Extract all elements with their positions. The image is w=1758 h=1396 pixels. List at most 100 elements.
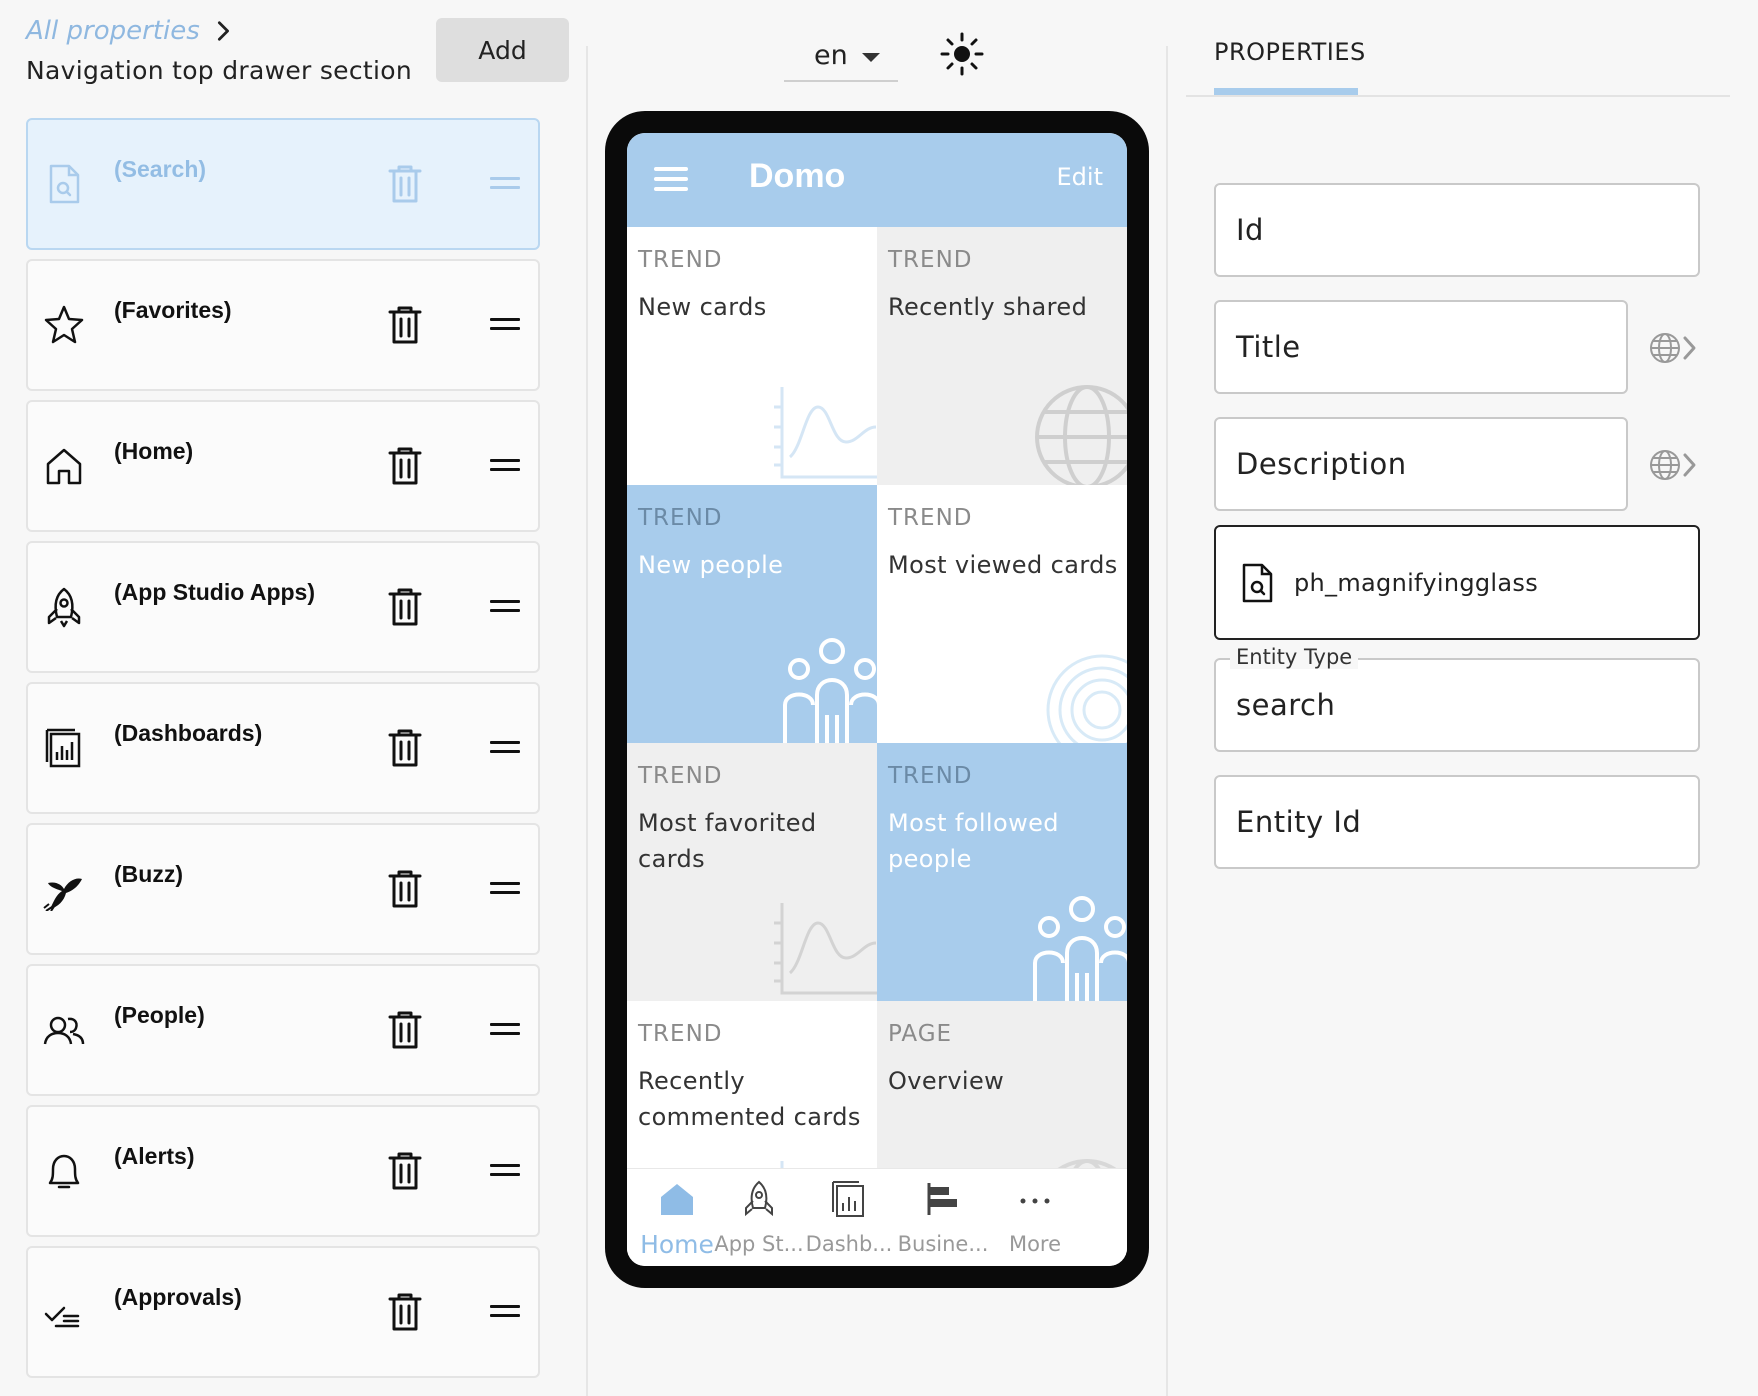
tab-dashboards[interactable]: Dashb... <box>799 1179 899 1256</box>
drawer-item-favorites[interactable]: (Favorites) <box>26 259 540 391</box>
trash-icon[interactable] <box>388 728 422 768</box>
rocket-icon <box>745 1180 773 1217</box>
more-dots-icon <box>1020 1198 1050 1204</box>
tab-app-studio[interactable]: App St... <box>709 1179 809 1256</box>
tile-kind: TREND <box>638 505 723 531</box>
trash-icon[interactable] <box>388 587 422 627</box>
tab-label: Busine... <box>897 1232 989 1256</box>
trash-icon[interactable] <box>388 164 422 204</box>
drawer-item-label: (Alerts) <box>114 1143 195 1169</box>
drawer-item-app-studio-apps[interactable]: (App Studio Apps) <box>26 541 540 673</box>
drag-handle-icon[interactable] <box>490 1164 520 1178</box>
tab-properties[interactable]: PROPERTIES <box>1214 38 1366 66</box>
drag-handle-icon[interactable] <box>490 600 520 614</box>
sun-icon[interactable] <box>940 32 984 76</box>
id-field[interactable]: Id <box>1214 183 1700 277</box>
globe-icon <box>1035 385 1127 485</box>
title-field[interactable]: Title <box>1214 300 1628 394</box>
section-title: Navigation top drawer section <box>26 56 412 85</box>
tile-kind: TREND <box>888 505 973 531</box>
tile-name: Most viewed cards <box>888 551 1118 579</box>
tile-most-followed-people[interactable]: TREND Most followed people <box>877 743 1127 1001</box>
language-select[interactable]: en <box>784 30 898 82</box>
drag-handle-icon[interactable] <box>490 1023 520 1037</box>
dashboard-icon <box>832 1181 864 1217</box>
drawer-item-label: (Favorites) <box>114 297 232 323</box>
tile-kind: TREND <box>638 247 723 273</box>
add-button[interactable]: Add <box>436 18 569 82</box>
tile-recently-shared[interactable]: TREND Recently shared <box>877 227 1127 485</box>
drawer-item-buzz[interactable]: (Buzz) <box>26 823 540 955</box>
drawer-item-label: (Dashboards) <box>114 720 263 746</box>
tile-new-people[interactable]: TREND New people <box>627 485 877 743</box>
tile-name: Overview <box>888 1067 1005 1095</box>
search-file-icon <box>1242 563 1273 603</box>
drag-handle-icon[interactable] <box>490 741 520 755</box>
tab-more[interactable]: More <box>985 1179 1085 1256</box>
trash-icon[interactable] <box>388 1292 422 1332</box>
drawer-item-label: (App Studio Apps) <box>114 579 315 605</box>
drawer-item-label: (Home) <box>114 438 194 464</box>
tile-name: Recently commented cards <box>638 1067 861 1131</box>
tile-kind: PAGE <box>888 1021 953 1047</box>
description-field[interactable]: Description <box>1214 417 1628 511</box>
tile-kind: TREND <box>888 763 973 789</box>
home-icon <box>661 1184 693 1215</box>
tile-name: New people <box>638 551 784 579</box>
tile-name: New cards <box>638 293 767 321</box>
drawer-item-people[interactable]: (People) <box>26 964 540 1096</box>
trash-icon[interactable] <box>388 1151 422 1191</box>
drawer-item-approvals[interactable]: (Approvals) <box>26 1246 540 1378</box>
people-icon <box>783 638 877 743</box>
bee-icon <box>43 878 82 911</box>
trend-chart-icon <box>774 903 877 995</box>
trash-icon[interactable] <box>388 446 422 486</box>
icon-field-value: ph_magnifyingglass <box>1294 569 1539 597</box>
id-field-label: Id <box>1236 213 1264 247</box>
rocket-icon <box>47 587 81 628</box>
tile-new-cards[interactable]: TREND New cards <box>627 227 877 485</box>
translate-globe-icon[interactable] <box>1648 448 1698 482</box>
breadcrumb-all-properties-link[interactable]: All properties <box>26 16 200 46</box>
hamburger-menu-icon[interactable] <box>654 167 688 193</box>
entity-type-field[interactable]: Entity Type search <box>1214 645 1700 752</box>
drag-handle-icon[interactable] <box>490 318 520 332</box>
business-icon <box>927 1183 957 1215</box>
entity-type-value: search <box>1236 688 1336 722</box>
chevron-right-icon <box>217 21 229 41</box>
breadcrumb: All properties <box>26 16 234 46</box>
tile-name: Recently shared <box>888 293 1088 321</box>
people-icon <box>43 1016 85 1045</box>
drag-handle-icon[interactable] <box>490 459 520 473</box>
drag-handle-icon[interactable] <box>490 177 520 191</box>
trash-icon[interactable] <box>388 1010 422 1050</box>
tile-grid: TREND New cards TREND Recently shared TR… <box>627 227 1127 1259</box>
drag-handle-icon[interactable] <box>490 882 520 896</box>
title-field-label: Title <box>1236 330 1301 364</box>
bottom-tab-bar: Home App St... Dashb... Busine... More <box>627 1168 1127 1266</box>
eye-rings-icon <box>1046 654 1127 743</box>
drawer-item-dashboards[interactable]: (Dashboards) <box>26 682 540 814</box>
people-icon <box>1033 896 1127 1001</box>
drawer-item-home[interactable]: (Home) <box>26 400 540 532</box>
edit-button[interactable]: Edit <box>1057 163 1103 191</box>
drawer-item-alerts[interactable]: (Alerts) <box>26 1105 540 1237</box>
star-icon <box>44 305 84 344</box>
drag-handle-icon[interactable] <box>490 1305 520 1319</box>
entity-id-field-label: Entity Id <box>1236 805 1362 839</box>
tile-most-viewed-cards[interactable]: TREND Most viewed cards <box>877 485 1127 743</box>
translate-globe-icon[interactable] <box>1648 331 1698 365</box>
tile-name: Most favorited cards <box>638 809 817 873</box>
description-field-label: Description <box>1236 447 1407 481</box>
trash-icon[interactable] <box>388 305 422 345</box>
tab-business[interactable]: Busine... <box>893 1179 993 1256</box>
drawer-item-search[interactable]: (Search) <box>26 118 540 250</box>
bell-icon <box>48 1154 80 1189</box>
entity-id-field[interactable]: Entity Id <box>1214 775 1700 869</box>
panel-divider <box>586 46 588 1396</box>
app-bar: Domo Edit <box>627 133 1127 227</box>
icon-field[interactable]: ph_magnifyingglass <box>1214 525 1700 640</box>
trash-icon[interactable] <box>388 869 422 909</box>
tile-kind: TREND <box>638 763 723 789</box>
tile-most-favorited-cards[interactable]: TREND Most favorited cards <box>627 743 877 1001</box>
